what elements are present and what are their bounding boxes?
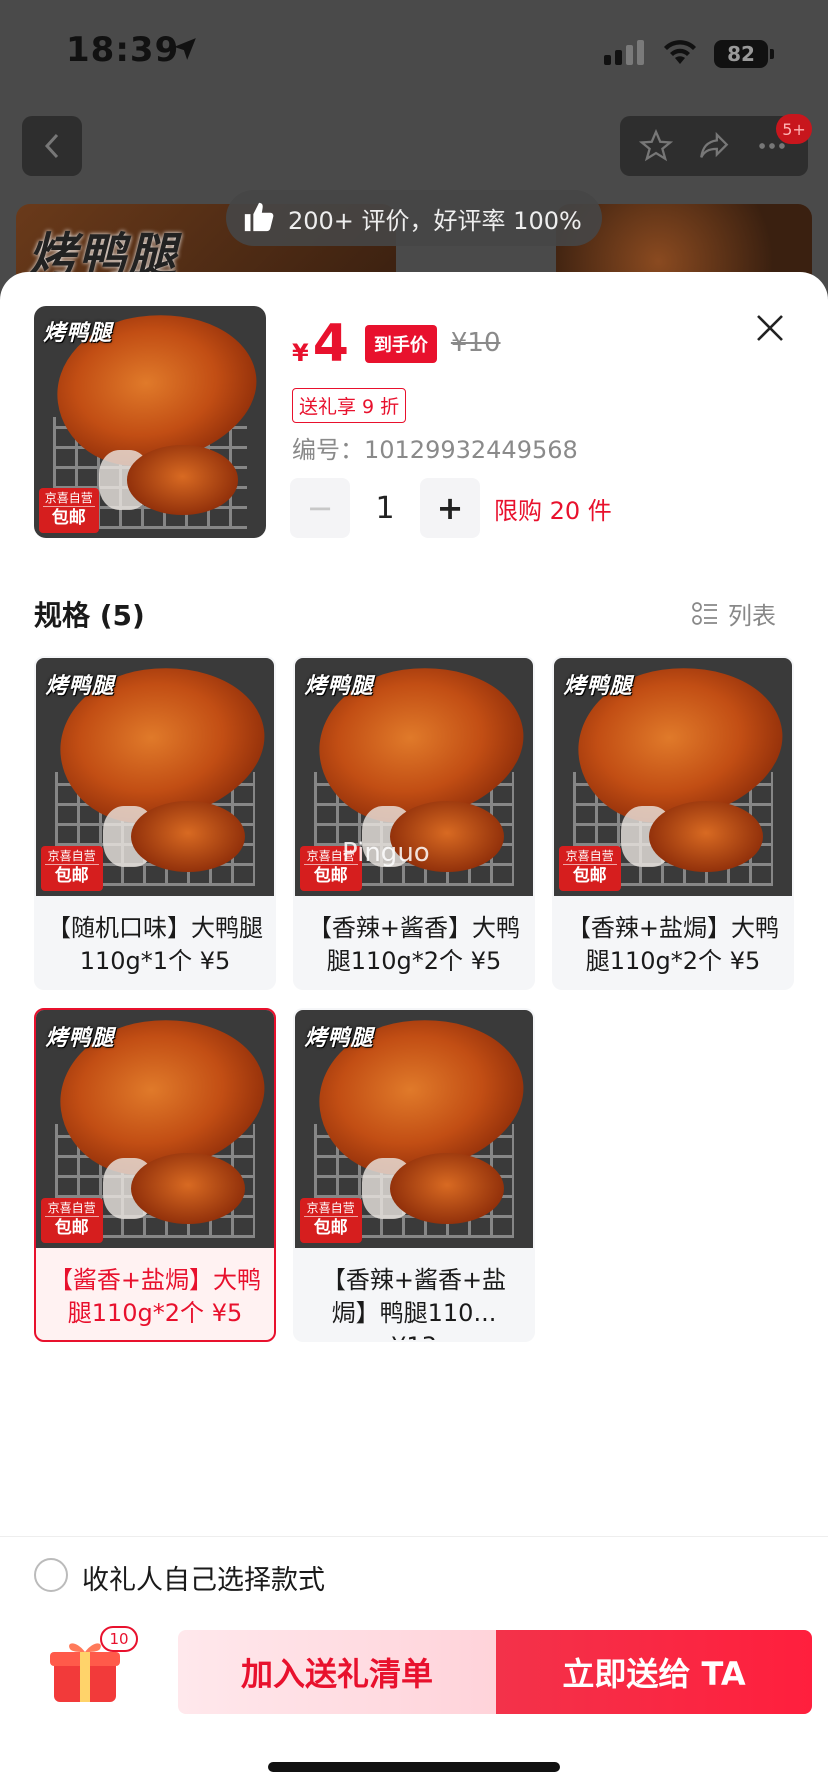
list-view-icon: [692, 601, 717, 625]
watermark-text: Pinguo: [342, 838, 430, 868]
star-icon[interactable]: [639, 129, 674, 163]
review-summary: 200+ 评价，好评率 100%: [226, 190, 602, 246]
recipient-choice-radio[interactable]: [34, 1558, 68, 1592]
image-brand-text: 烤鸭腿: [304, 1025, 374, 1051]
image-badge: 京喜自营 包邮: [38, 488, 99, 534]
recipient-choice-label[interactable]: 收礼人自己选择款式: [82, 1558, 325, 1597]
send-gift-button[interactable]: 立即送给 TA: [496, 1630, 812, 1714]
chevron-left-icon: [44, 133, 59, 159]
spec-section-title: 规格 (5): [34, 599, 145, 632]
image-badge: 京喜自营 包邮: [558, 846, 621, 892]
image-brand-text: 烤鸭腿: [45, 673, 115, 699]
spec-option-label: 【香辣+酱香+盐焗】鸭腿110... ¥13: [321, 1266, 507, 1340]
home-indicator: [268, 1762, 560, 1772]
status-bar: 18:39 82: [0, 0, 828, 100]
purchase-limit: 限购 20 件: [494, 496, 612, 525]
background-overlay: 18:39 82 5+ 烤鸭腿 200+ 评价，好评率 100%: [0, 0, 828, 300]
currency-symbol: ¥: [292, 339, 309, 367]
review-text: 200+ 评价，好评率 100%: [288, 206, 582, 235]
image-brand-text: 烤鸭腿: [43, 321, 113, 347]
spec-option-label: 【随机口味】大鸭腿110g*1个 ¥5: [47, 914, 263, 975]
image-brand-text: 烤鸭腿: [45, 1025, 115, 1051]
list-view-label: 列表: [728, 602, 776, 630]
image-brand-text: 烤鸭腿: [304, 673, 374, 699]
price-row: ¥ 4 到手价 ¥10: [292, 318, 501, 373]
spec-option[interactable]: 烤鸭腿 京喜自营 包邮 【随机口味】大鸭腿110g*1个 ¥5: [34, 656, 276, 990]
spec-option[interactable]: 烤鸭腿 京喜自营 包邮 【酱香+盐焗】大鸭腿110g*2个 ¥5: [34, 1008, 276, 1342]
quantity-value[interactable]: 1: [350, 491, 420, 526]
list-view-toggle[interactable]: 列表: [692, 596, 776, 631]
footer-divider: [0, 1536, 828, 1537]
original-price: ¥10: [450, 328, 501, 358]
notification-badge: 5+: [776, 114, 812, 144]
spec-option-label: 【香辣+盐焗】大鸭腿110g*2个 ¥5: [566, 914, 780, 975]
close-icon[interactable]: [750, 308, 790, 348]
add-to-gift-list-button[interactable]: 加入送礼清单: [178, 1630, 496, 1714]
image-badge: 京喜自营 包邮: [40, 1198, 103, 1244]
final-price: 4: [312, 314, 349, 374]
location-arrow-icon: [174, 38, 196, 60]
battery-indicator: 82: [714, 40, 774, 68]
gift-discount-badge: 送礼享 9 折: [292, 388, 407, 423]
image-badge: 京喜自营 包邮: [299, 1198, 362, 1244]
image-brand-text: 烤鸭腿: [563, 673, 633, 699]
gift-list-count-badge: 10: [100, 1626, 138, 1652]
spec-option-label: 【酱香+盐焗】大鸭腿110g*2个 ¥5: [48, 1266, 262, 1327]
spec-option-label: 【香辣+酱香】大鸭腿110g*2个 ¥5: [307, 914, 521, 975]
spec-option[interactable]: 烤鸭腿 京喜自营 包邮 【香辣+盐焗】大鸭腿110g*2个 ¥5: [552, 656, 794, 990]
spec-option[interactable]: 烤鸭腿 京喜自营包邮 【香辣+酱香+盐焗】鸭腿110... ¥13: [293, 1008, 535, 1342]
spec-option[interactable]: 烤鸭腿 京喜自营 包邮 【香辣+酱香】大鸭腿110g*2个 ¥5: [293, 656, 535, 990]
status-time: 18:39: [66, 30, 180, 70]
sku-number: 编号：10129932449568: [292, 436, 578, 464]
back-button[interactable]: [22, 116, 82, 176]
thumbs-up-icon: [244, 202, 274, 232]
increase-quantity-button[interactable]: +: [420, 478, 480, 538]
decrease-quantity-button[interactable]: −: [290, 478, 350, 538]
final-price-tag: 到手价: [364, 325, 437, 363]
share-icon[interactable]: [696, 129, 732, 163]
quantity-stepper: − 1 + 限购 20 件: [290, 478, 612, 538]
wifi-icon: [664, 40, 696, 64]
cellular-signal-icon: [604, 40, 644, 65]
image-badge: 京喜自营 包邮: [40, 846, 103, 892]
product-image: 烤鸭腿 京喜自营 包邮: [34, 306, 266, 538]
